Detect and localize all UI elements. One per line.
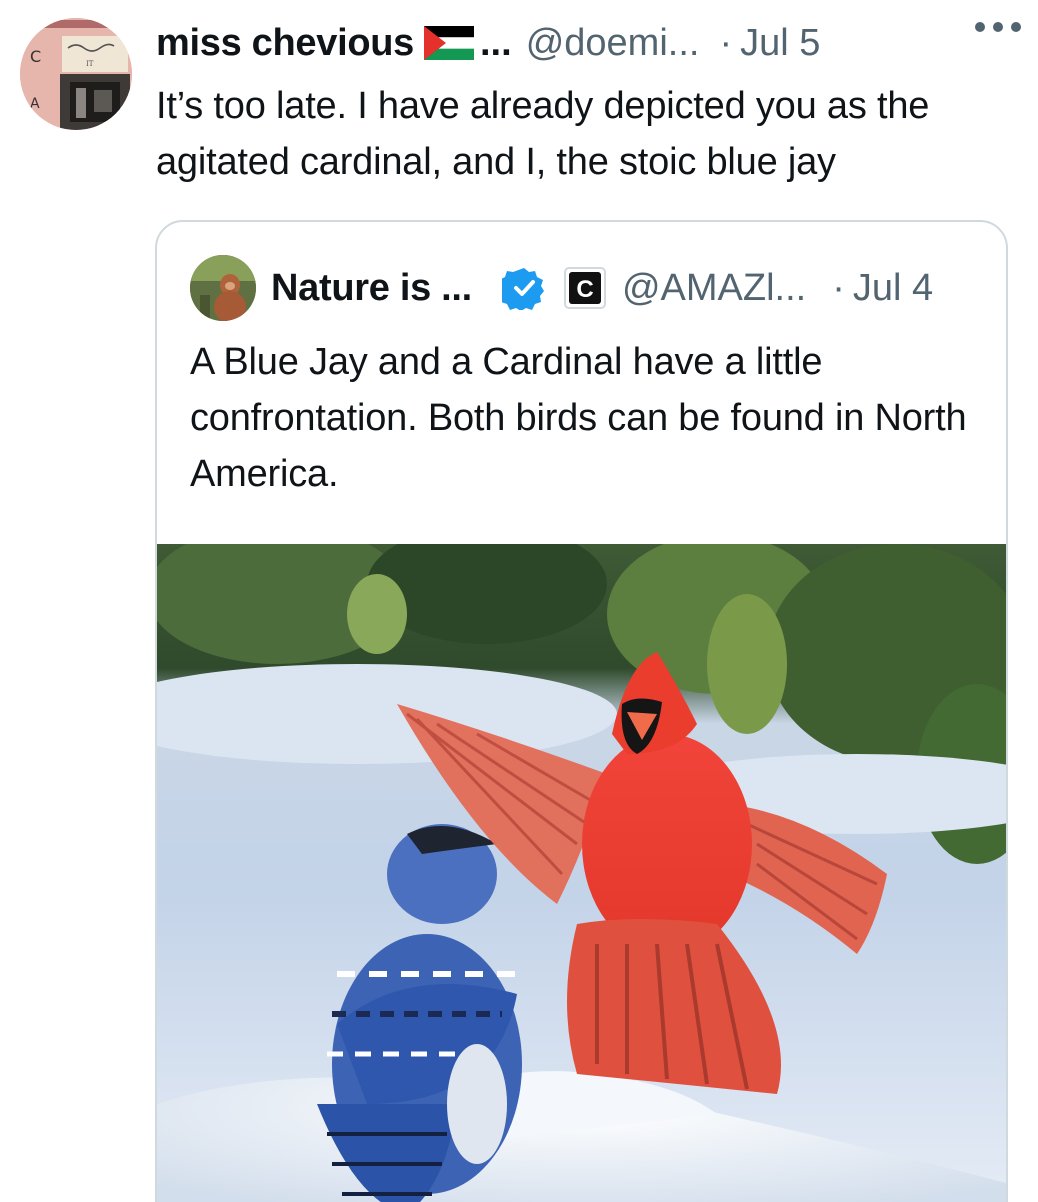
name-ellipsis: ... (480, 21, 512, 64)
quoted-handle[interactable]: @AMAZl... (622, 267, 806, 310)
more-options-icon[interactable] (974, 20, 1022, 32)
separator-dot: · (719, 21, 733, 64)
palestine-flag-icon (424, 26, 474, 60)
tweet-text: It’s too late. I have already depicted y… (156, 85, 930, 183)
quoted-tweet-photo[interactable] (157, 544, 1006, 1202)
tweet-header: miss chevious ... @doemi... · Jul 5 (156, 18, 1018, 68)
quoted-separator-dot: · (832, 266, 845, 309)
svg-text:A: A (30, 96, 40, 112)
quoted-tweet[interactable]: Nature is ... C @AMAZl... · Jul 4 A Blue… (155, 220, 1008, 1202)
tweet[interactable]: IT C A miss chevious ... @doemi... · Jul… (0, 0, 1038, 1202)
verified-badge-icon (497, 266, 546, 311)
tweet-date[interactable]: Jul 5 (740, 22, 820, 65)
quoted-date[interactable]: Jul 4 (853, 267, 933, 310)
author-handle[interactable]: @doemi... (526, 22, 700, 65)
quoted-tweet-header: Nature is ... C @AMAZl... · Jul 4 (271, 260, 986, 316)
quoted-author-avatar[interactable] (190, 255, 256, 321)
svg-text:C: C (30, 47, 41, 66)
affiliate-badge-icon[interactable]: C (563, 267, 606, 309)
author-avatar[interactable]: IT C A (20, 18, 132, 130)
svg-text:IT: IT (86, 60, 94, 68)
quoted-display-name[interactable]: Nature is ... (271, 267, 472, 310)
affiliate-badge-letter: C (576, 276, 593, 303)
author-display-name[interactable]: miss chevious (156, 22, 414, 65)
quoted-tweet-text: A Blue Jay and a Cardinal have a little … (190, 341, 967, 495)
